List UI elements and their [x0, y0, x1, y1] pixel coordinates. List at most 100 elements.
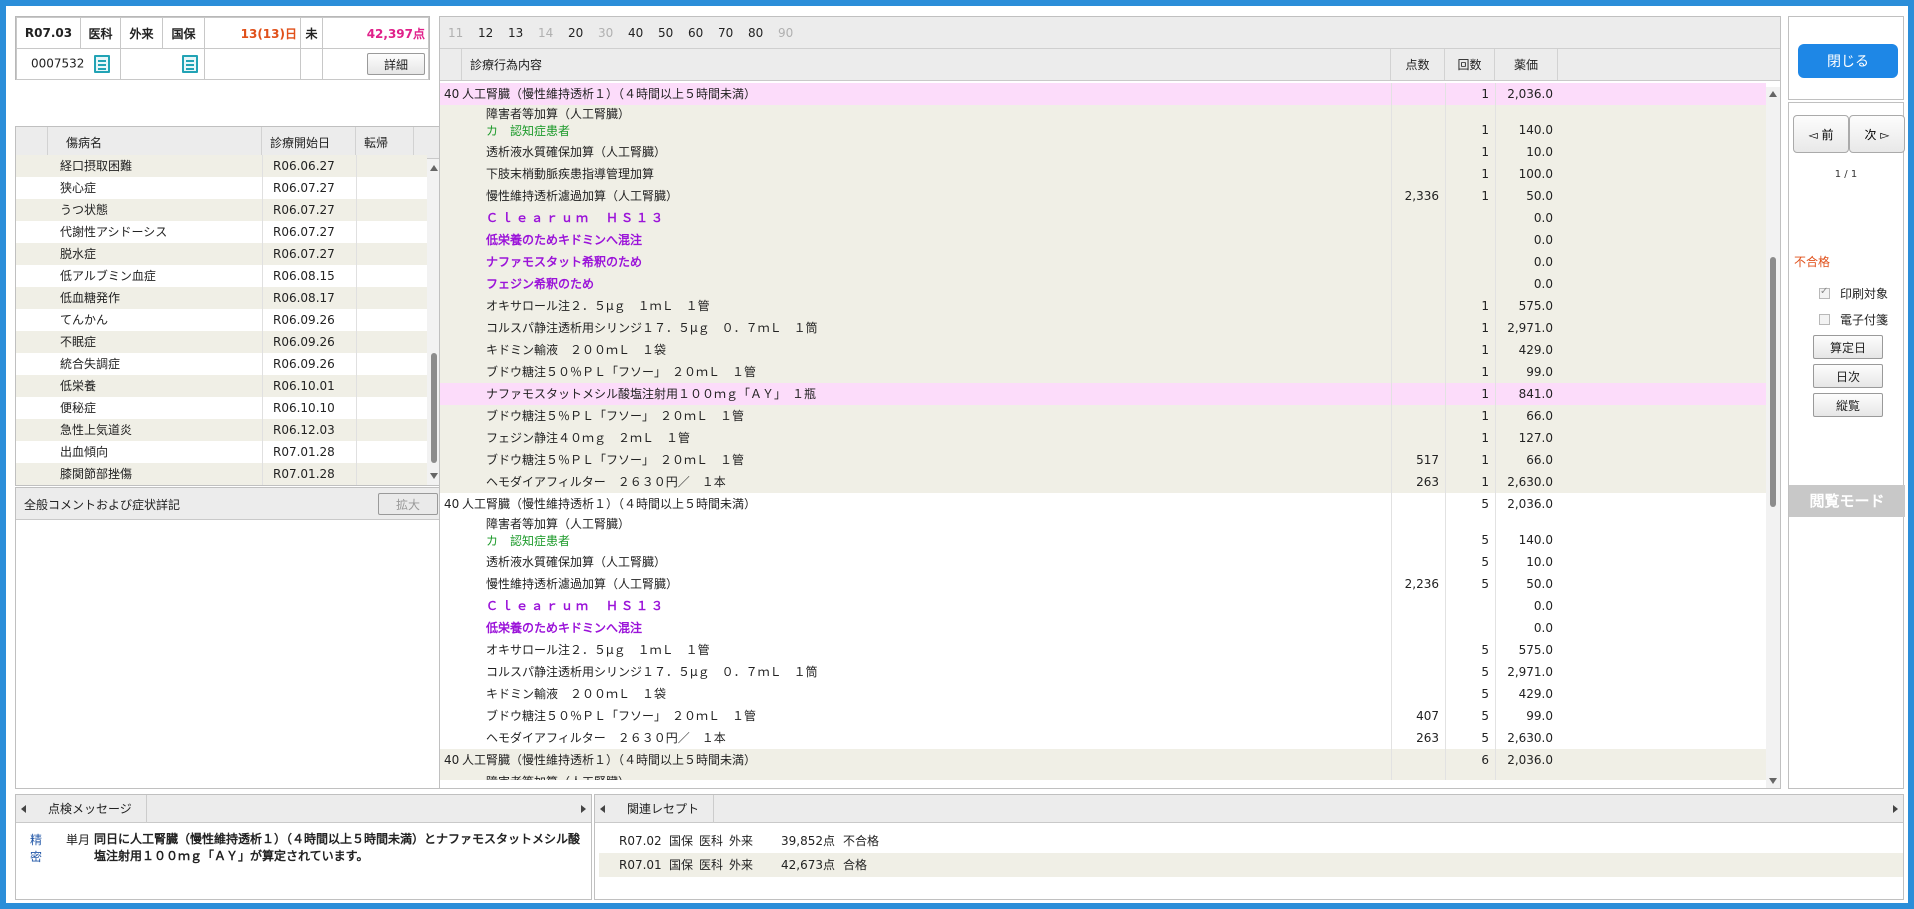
header-count[interactable]: 回数: [1445, 49, 1495, 80]
disease-row[interactable]: てんかん R06.09.26: [16, 309, 427, 331]
table-row[interactable]: ナファモスタット希釈のため 0.0: [440, 251, 1766, 273]
tab-13[interactable]: 13: [508, 17, 538, 48]
tab-20[interactable]: 20: [568, 17, 598, 48]
triangle-left-icon[interactable]: [600, 805, 605, 813]
tab-related-receipts[interactable]: 関連レセプト: [613, 795, 715, 823]
scroll-thumb[interactable]: [1770, 257, 1776, 507]
tab-30[interactable]: 30: [598, 17, 628, 48]
header-start-date[interactable]: 診療開始日: [262, 127, 356, 158]
treatment-label: 低栄養のためキドミンへ混注: [486, 621, 643, 635]
detail-button[interactable]: 詳細: [367, 53, 425, 75]
related-row[interactable]: R07.01 国保 医科 外来 42,673点 合格: [599, 853, 1903, 877]
checkbox-icon[interactable]: [1819, 314, 1830, 325]
related-row[interactable]: R07.02 国保 医科 外来 39,852点 不合格: [599, 829, 1903, 853]
table-row[interactable]: 慢性維持透析濾過加算（人工腎臓） 2,236 5 50.0: [440, 573, 1766, 595]
checkbox-checked-icon[interactable]: [1819, 286, 1830, 299]
tab-12[interactable]: 12: [478, 17, 508, 48]
table-row[interactable]: オキサロール注２．５μｇ １ｍＬ １管 1 575.0: [440, 295, 1766, 317]
header-content[interactable]: 診療行為内容: [462, 49, 1391, 80]
triangle-right-icon[interactable]: [1893, 805, 1898, 813]
table-row[interactable]: ブドウ糖注５％ＰＬ「フソー」 ２０ｍＬ １管 517 1 66.0: [440, 449, 1766, 471]
disease-row[interactable]: 低アルブミン血症 R06.08.15: [16, 265, 427, 287]
tab-50[interactable]: 50: [658, 17, 688, 48]
document-icon[interactable]: [182, 55, 198, 73]
disease-row[interactable]: 代謝性アシドーシス R06.07.27: [16, 221, 427, 243]
table-row[interactable]: キドミン輸液 ２００ｍＬ １袋 5 429.0: [440, 683, 1766, 705]
table-row[interactable]: Ｃｌｅａｒｕｍ ＨＳ１３ 0.0: [440, 595, 1766, 617]
table-row[interactable]: コルスパ静注透析用シリンジ１７．５μｇ ０．７ｍＬ １筒 1 2,971.0: [440, 317, 1766, 339]
triangle-left-icon[interactable]: [21, 805, 26, 813]
close-button[interactable]: 閉じる: [1798, 44, 1898, 78]
count-cell: [1445, 229, 1495, 251]
table-row[interactable]: ヘモダイアフィルター ２６３０円／ １本 263 1 2,630.0: [440, 471, 1766, 493]
disease-row[interactable]: 狭心症 R06.07.27: [16, 177, 427, 199]
header-price[interactable]: 薬価: [1495, 49, 1558, 80]
tab-11[interactable]: 11: [448, 17, 478, 48]
calc-day-button[interactable]: 算定日: [1813, 335, 1883, 359]
disease-row[interactable]: 低血糖発作 R06.08.17: [16, 287, 427, 309]
disease-row[interactable]: 統合失調症 R06.09.26: [16, 353, 427, 375]
header-outcome[interactable]: 転帰: [356, 127, 414, 158]
header-points[interactable]: 点数: [1391, 49, 1445, 80]
disease-start-date: R06.07.27: [262, 243, 356, 265]
table-row[interactable]: フェジン静注４０ｍｇ ２ｍＬ １管 1 127.0: [440, 427, 1766, 449]
table-row[interactable]: 低栄養のためキドミンへ混注 0.0: [440, 229, 1766, 251]
prev-button[interactable]: ◅ 前: [1793, 115, 1849, 153]
tab-60[interactable]: 60: [688, 17, 718, 48]
scroll-down-icon[interactable]: [430, 473, 438, 479]
disease-row[interactable]: 経口摂取困難 R06.06.27: [16, 155, 427, 177]
treatment-scrollbar[interactable]: [1766, 87, 1780, 788]
tab-40[interactable]: 40: [628, 17, 658, 48]
e-attach-checkbox[interactable]: 電子付箋: [1819, 311, 1888, 328]
disease-outcome: [356, 243, 414, 265]
table-row[interactable]: 障害者等加算（人工腎臓）: [440, 771, 1766, 780]
table-row[interactable]: ブドウ糖注５０％ＰＬ「フソー」 ２０ｍＬ １管 407 5 99.0: [440, 705, 1766, 727]
table-row[interactable]: 下肢末梢動脈疾患指導管理加算 1 100.0: [440, 163, 1766, 185]
tab-14[interactable]: 14: [538, 17, 568, 48]
table-row[interactable]: 障害者等加算（人工腎臓） カ 認知症患者 1 140.0: [440, 105, 1766, 141]
table-row[interactable]: 透析液水質確保加算（人工腎臓） 5 10.0: [440, 551, 1766, 573]
table-row[interactable]: 40 人工腎臓（慢性維持透析１）（４時間以上５時間未満） 1 2,036.0: [440, 83, 1766, 105]
header-disease-name[interactable]: 傷病名: [48, 127, 262, 158]
points-cell: [1391, 207, 1445, 229]
table-row[interactable]: コルスパ静注透析用シリンジ１７．５μｇ ０．７ｍＬ １筒 5 2,971.0: [440, 661, 1766, 683]
table-row[interactable]: ブドウ糖注５％ＰＬ「フソー」 ２０ｍＬ １管 1 66.0: [440, 405, 1766, 427]
table-row[interactable]: Ｃｌｅａｒｕｍ ＨＳ１３ 0.0: [440, 207, 1766, 229]
table-row[interactable]: キドミン輸液 ２００ｍＬ １袋 1 429.0: [440, 339, 1766, 361]
next-button[interactable]: 次 ▻: [1849, 115, 1905, 153]
scroll-thumb[interactable]: [431, 353, 437, 463]
price-cell: 575.0: [1495, 639, 1558, 661]
table-row[interactable]: 40 人工腎臓（慢性維持透析１）（４時間以上５時間未満） 6 2,036.0: [440, 749, 1766, 771]
table-row[interactable]: 障害者等加算（人工腎臓） カ 認知症患者 5 140.0: [440, 515, 1766, 551]
table-row[interactable]: 慢性維持透析濾過加算（人工腎臓） 2,336 1 50.0: [440, 185, 1766, 207]
scroll-up-icon[interactable]: [430, 165, 438, 171]
table-row[interactable]: ナファモスタットメシル酸塩注射用１００ｍｇ「ＡＹ」 １瓶 1 841.0: [440, 383, 1766, 405]
disease-row[interactable]: 急性上気道炎 R06.12.03: [16, 419, 427, 441]
disease-row[interactable]: 便秘症 R06.10.10: [16, 397, 427, 419]
table-row[interactable]: フェジン希釈のため 0.0: [440, 273, 1766, 295]
vertical-view-button[interactable]: 縦覧: [1813, 393, 1883, 417]
document-icon[interactable]: [94, 55, 111, 73]
triangle-right-icon[interactable]: [581, 805, 586, 813]
tab-check-message[interactable]: 点検メッセージ: [34, 795, 147, 823]
scroll-down-icon[interactable]: [1769, 778, 1777, 784]
daily-button[interactable]: 日次: [1813, 364, 1883, 388]
disease-row[interactable]: 脱水症 R06.07.27: [16, 243, 427, 265]
disease-row[interactable]: うつ状態 R06.07.27: [16, 199, 427, 221]
table-row[interactable]: 低栄養のためキドミンへ混注 0.0: [440, 617, 1766, 639]
tab-70[interactable]: 70: [718, 17, 748, 48]
tab-80[interactable]: 80: [748, 17, 778, 48]
table-row[interactable]: ヘモダイアフィルター ２６３０円／ １本 263 5 2,630.0: [440, 727, 1766, 749]
disease-row[interactable]: 膝関節部挫傷 R07.01.28: [16, 463, 427, 485]
table-row[interactable]: ブドウ糖注５０％ＰＬ「フソー」 ２０ｍＬ １管 1 99.0: [440, 361, 1766, 383]
expand-button[interactable]: 拡大: [378, 493, 438, 515]
print-target-checkbox[interactable]: 印刷対象: [1819, 285, 1888, 302]
disease-row[interactable]: 出血傾向 R07.01.28: [16, 441, 427, 463]
scroll-up-icon[interactable]: [1769, 91, 1777, 97]
table-row[interactable]: 40 人工腎臓（慢性維持透析１）（４時間以上５時間未満） 5 2,036.0: [440, 493, 1766, 515]
disease-row[interactable]: 不眠症 R06.09.26: [16, 331, 427, 353]
table-row[interactable]: オキサロール注２．５μｇ １ｍＬ １管 5 575.0: [440, 639, 1766, 661]
tab-90[interactable]: 90: [778, 17, 808, 48]
disease-row[interactable]: 低栄養 R06.10.01: [16, 375, 427, 397]
table-row[interactable]: 透析液水質確保加算（人工腎臓） 1 10.0: [440, 141, 1766, 163]
